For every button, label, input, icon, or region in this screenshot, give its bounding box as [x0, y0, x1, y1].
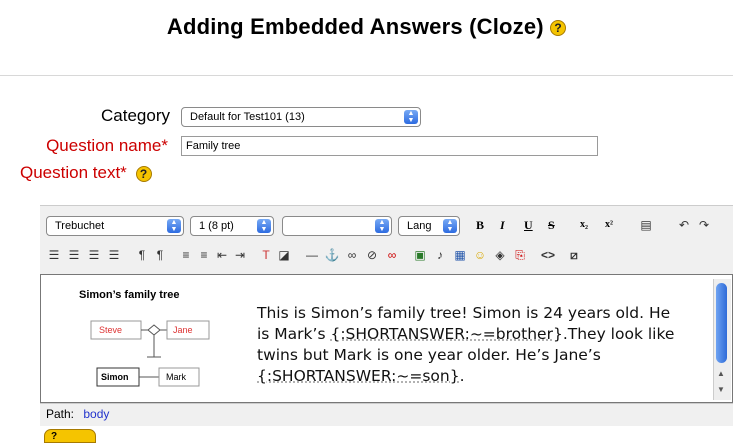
- steve-label: Steve: [99, 325, 122, 335]
- format-select[interactable]: ▲ ▼: [282, 216, 392, 236]
- font-size-value: 1 (8 pt): [199, 220, 234, 232]
- text-line-4: {:SHORTANSWER:~=son}.: [257, 367, 465, 385]
- outdent-icon[interactable]: ⇤: [214, 248, 230, 262]
- align-justify-icon[interactable]: ☰: [106, 248, 122, 262]
- lang-select[interactable]: Lang ▲ ▼: [398, 216, 460, 236]
- font-family-select[interactable]: Trebuchet ▲ ▼: [46, 216, 184, 236]
- anchor-icon[interactable]: ⚓: [324, 248, 340, 262]
- path-link[interactable]: body: [83, 407, 109, 421]
- editor-toolbar: Trebuchet ▲ ▼ 1 (8 pt) ▲ ▼ ▲ ▼ Lang ▲ ▼ B I …: [40, 205, 733, 274]
- special-char-icon[interactable]: ◈: [492, 248, 508, 262]
- scroll-up-icon[interactable]: ▲: [717, 369, 725, 378]
- unlink-icon[interactable]: ∞: [384, 248, 400, 262]
- text-color-icon[interactable]: T: [258, 248, 274, 262]
- link-icon[interactable]: ∞: [344, 248, 360, 262]
- path-bar: Path: body: [40, 403, 733, 426]
- strikethrough-button[interactable]: S: [548, 218, 555, 233]
- text-line-3: twins but Mark is one year older. He’s J…: [257, 346, 601, 364]
- question-name-field[interactable]: Family tree: [181, 136, 598, 156]
- editor-content-area[interactable]: Simon’s family tree Steve Jane Simon Mar…: [40, 274, 733, 403]
- background-color-icon[interactable]: ◪: [276, 248, 292, 262]
- insert-image-icon[interactable]: ▣: [412, 248, 428, 262]
- undo-icon[interactable]: ↶: [676, 218, 692, 232]
- editor-scrollbar[interactable]: ▲ ▼: [713, 279, 731, 400]
- shortanswer-code-1: {:SHORTANSWER:~=brother}: [330, 325, 563, 343]
- search-replace-icon[interactable]: ⎘: [512, 248, 528, 262]
- redo-icon[interactable]: ↷: [696, 218, 712, 232]
- category-select[interactable]: Default for Test101 (13) ▲ ▼: [181, 107, 421, 127]
- html-source-icon[interactable]: <>: [540, 248, 556, 262]
- ordered-list-icon[interactable]: ≡: [178, 248, 194, 262]
- scrollbar-thumb[interactable]: [716, 283, 727, 363]
- select-arrows-icon: ▲ ▼: [404, 110, 418, 124]
- simon-label: Simon: [101, 372, 129, 382]
- question-text-body: This is Simon’s family tree! Simon is 24…: [257, 303, 703, 387]
- ltr-icon[interactable]: ¶: [134, 248, 150, 262]
- lang-value: Lang: [407, 220, 432, 232]
- italic-button[interactable]: I: [500, 218, 505, 233]
- shortanswer-code-2: {:SHORTANSWER:~=son}: [257, 367, 460, 385]
- help-icon[interactable]: ?: [550, 20, 567, 37]
- help-icon[interactable]: ?: [135, 165, 152, 182]
- scroll-down-icon[interactable]: ▼: [717, 385, 725, 394]
- horizontal-rule-icon[interactable]: —: [304, 248, 320, 262]
- insert-table-icon[interactable]: ▦: [452, 248, 468, 262]
- mark-label: Mark: [166, 372, 186, 382]
- align-center-icon[interactable]: ☰: [66, 248, 82, 262]
- smiley-icon[interactable]: ☺: [472, 248, 488, 262]
- category-label: Category: [101, 106, 170, 125]
- fullscreen-icon[interactable]: ⧄: [566, 248, 582, 262]
- question-name-label: Question name*: [46, 136, 168, 155]
- indent-icon[interactable]: ⇥: [232, 248, 248, 262]
- bold-button[interactable]: B: [476, 218, 484, 233]
- select-arrows-icon: ▲ ▼: [443, 219, 457, 233]
- font-family-value: Trebuchet: [55, 220, 105, 232]
- path-label: Path:: [46, 407, 75, 421]
- select-arrows-icon: ▲ ▼: [375, 219, 389, 233]
- unordered-list-icon[interactable]: ≡: [196, 248, 212, 262]
- align-left-icon[interactable]: ☰: [46, 248, 62, 262]
- underline-button[interactable]: U: [524, 218, 533, 233]
- insert-media-icon[interactable]: ♪: [432, 248, 448, 262]
- align-right-icon[interactable]: ☰: [86, 248, 102, 262]
- jane-label: Jane: [173, 325, 193, 335]
- question-text-label: Question text* ?: [20, 163, 152, 183]
- rtl-icon[interactable]: ¶: [152, 248, 168, 262]
- select-arrows-icon: ▲ ▼: [167, 219, 181, 233]
- text-line-1: This is Simon’s family tree! Simon is 24…: [257, 304, 671, 322]
- clean-word-icon[interactable]: ▤: [638, 218, 654, 232]
- superscript-button[interactable]: x²: [605, 219, 613, 230]
- family-tree-figure: Steve Jane Simon Mark: [90, 320, 210, 387]
- text-line-2: is Mark’s {:SHORTANSWER:~=brother}.They …: [257, 325, 675, 343]
- category-value: Default for Test101 (13): [190, 111, 305, 123]
- page-title: Adding Embedded Answers (Cloze): [166, 14, 544, 39]
- nolink-icon[interactable]: ⊘: [364, 248, 380, 262]
- font-size-select[interactable]: 1 (8 pt) ▲ ▼: [190, 216, 274, 236]
- question-name-value: Family tree: [186, 140, 241, 152]
- subscript-button[interactable]: x₂: [580, 219, 588, 230]
- page-title-wrap: Adding Embedded Answers (Cloze) ?: [0, 14, 733, 40]
- figure-title: Simon’s family tree: [79, 289, 180, 301]
- help-badge-icon[interactable]: ?: [44, 429, 96, 443]
- select-arrows-icon: ▲ ▼: [257, 219, 271, 233]
